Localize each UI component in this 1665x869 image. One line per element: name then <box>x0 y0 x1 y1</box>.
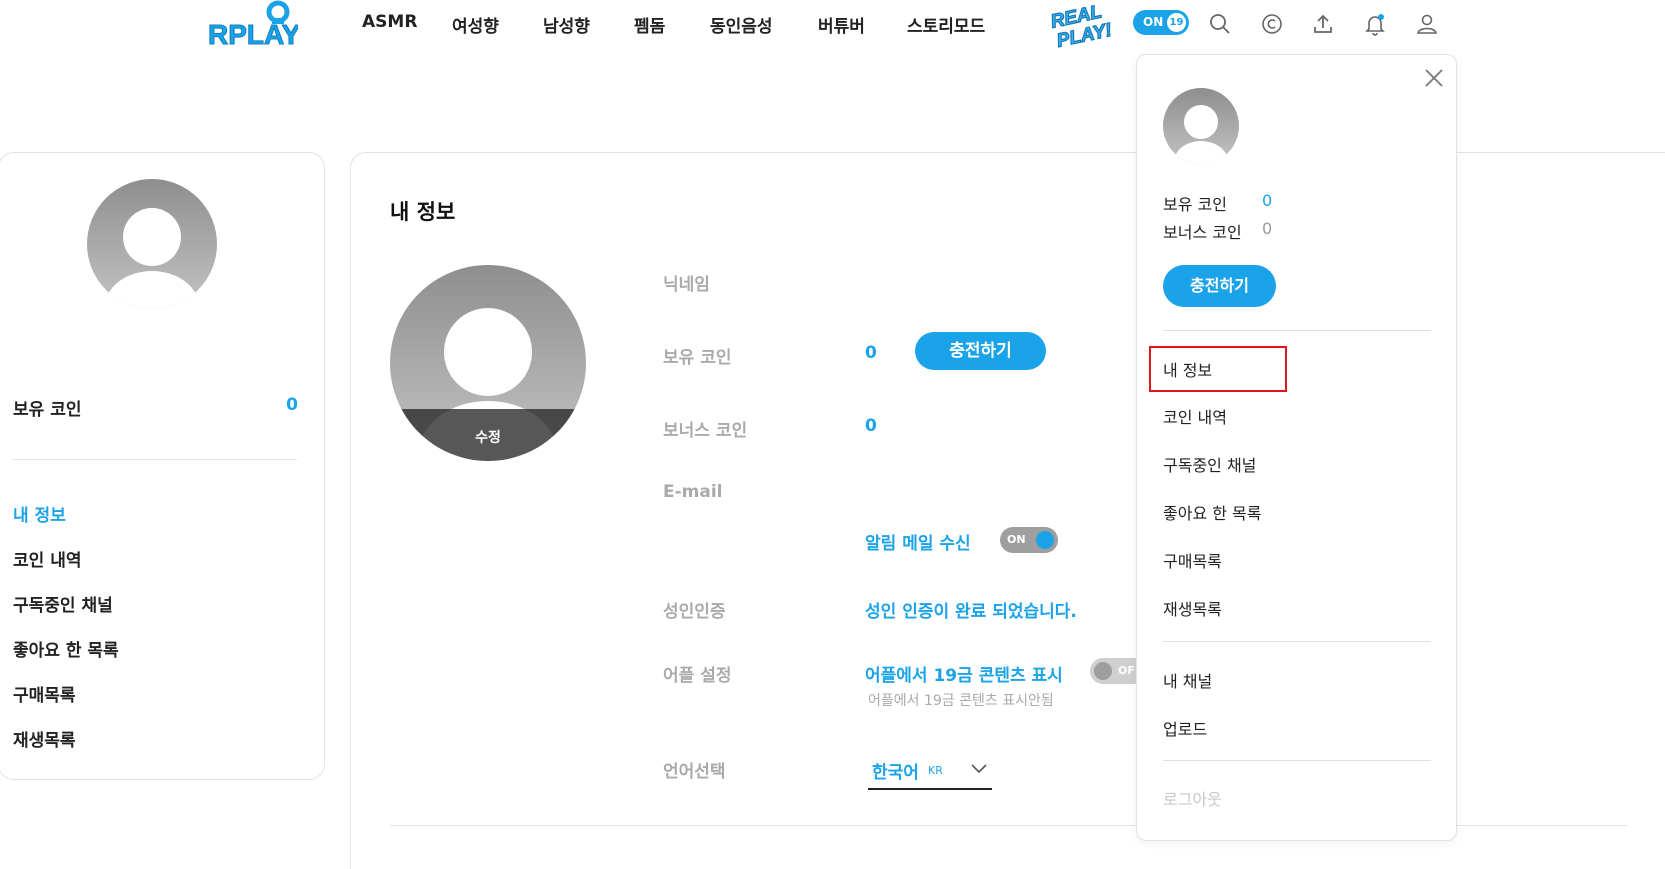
dropdown-bonus-value: 0 <box>1262 219 1273 238</box>
charge-button[interactable]: 충전하기 <box>915 332 1046 370</box>
notification-bell-icon[interactable] <box>1363 12 1387 36</box>
adult-verification-label: 성인인증 <box>663 602 726 622</box>
dropdown-item-upload[interactable]: 업로드 <box>1163 716 1207 740</box>
dropdown-item-purchase-list[interactable]: 구매목록 <box>1163 548 1222 572</box>
coin-label: 보유 코인 <box>663 348 732 368</box>
nav-story-mode[interactable]: 스토리모드 <box>907 12 985 37</box>
left-sidebar: 보유 코인 0 내 정보 코인 내역 구독중인 채널 좋아요 한 목록 구매목록… <box>0 152 325 780</box>
dropdown-bonus-label: 보너스 코인 <box>1163 223 1242 242</box>
nav-femdom[interactable]: 펨돔 <box>634 12 665 37</box>
toggle-knob <box>1094 662 1112 680</box>
main-panel <box>350 152 1665 869</box>
dropdown-item-coin-history[interactable]: 코인 내역 <box>1163 404 1227 428</box>
email-label: E-mail <box>663 482 723 502</box>
adult-mode-toggle[interactable]: ON 19 <box>1133 10 1189 35</box>
app-settings-label: 어플 설정 <box>663 666 732 686</box>
bonus-coin-value: 0 <box>865 416 877 436</box>
dropdown-item-my-channel[interactable]: 내 채널 <box>1163 668 1212 692</box>
sidebar-coin-value: 0 <box>286 395 298 415</box>
logo-text: RPLAY <box>208 19 298 50</box>
upload-icon[interactable] <box>1311 12 1335 36</box>
dropdown-item-logout[interactable]: 로그아웃 <box>1163 786 1222 810</box>
toggle-knob <box>1036 531 1054 549</box>
profile-picture-editor[interactable]: 수정 <box>390 265 586 461</box>
dropdown-item-playlist[interactable]: 재생목록 <box>1163 596 1222 620</box>
sidebar-item-liked-list[interactable]: 좋아요 한 목록 <box>13 636 119 661</box>
language-select[interactable]: 한국어 KR <box>868 756 992 790</box>
dropdown-divider <box>1163 760 1431 761</box>
nickname-label: 닉네임 <box>663 275 710 295</box>
age-19-badge: 19 <box>1167 13 1186 32</box>
close-icon[interactable] <box>1424 68 1444 88</box>
realplay-logo[interactable]: REAL PLAY! <box>1048 0 1112 48</box>
sidebar-divider <box>13 459 297 460</box>
mail-toggle-state: ON <box>1007 533 1026 546</box>
search-icon[interactable] <box>1208 12 1232 36</box>
nav-male-oriented[interactable]: 남성향 <box>543 12 590 37</box>
dropdown-coin-value: 0 <box>1262 191 1273 210</box>
dropdown-divider <box>1163 330 1431 331</box>
rplay-logo[interactable]: RPLAY <box>208 0 298 50</box>
dropdown-item-liked-list[interactable]: 좋아요 한 목록 <box>1163 500 1262 524</box>
nav-doujin-voice[interactable]: 동인음성 <box>710 12 773 37</box>
mail-receive-label: 알림 메일 수신 <box>865 534 971 554</box>
sidebar-item-subscribed-channels[interactable]: 구독중인 채널 <box>13 591 113 616</box>
language-value: 한국어 <box>872 763 919 783</box>
adult-mode-on-label: ON <box>1143 15 1164 29</box>
adult-verification-status: 성인 인증이 완료 되었습니다. <box>865 602 1077 622</box>
sidebar-item-my-info[interactable]: 내 정보 <box>13 501 66 526</box>
bonus-coin-label: 보너스 코인 <box>663 421 748 441</box>
dropdown-divider <box>1163 641 1431 642</box>
dropdown-avatar <box>1163 88 1239 164</box>
page-title: 내 정보 <box>390 200 456 224</box>
coin-value: 0 <box>865 343 877 363</box>
sidebar-item-playlist[interactable]: 재생목록 <box>13 726 76 751</box>
chevron-down-icon <box>971 764 987 774</box>
copyright-icon[interactable] <box>1260 12 1284 36</box>
dropdown-item-my-info[interactable]: 내 정보 <box>1163 357 1212 381</box>
sidebar-item-purchase-list[interactable]: 구매목록 <box>13 681 76 706</box>
sidebar-item-coin-history[interactable]: 코인 내역 <box>13 546 81 571</box>
user-icon[interactable] <box>1415 12 1439 36</box>
app-19-content-hint: 어플에서 19금 콘텐츠 표시안됨 <box>868 693 1054 709</box>
dropdown-charge-button[interactable]: 충전하기 <box>1163 265 1276 307</box>
dropdown-coin-label: 보유 코인 <box>1163 195 1227 214</box>
language-code: KR <box>928 764 943 777</box>
edit-profile-label[interactable]: 수정 <box>390 427 586 447</box>
nav-female-oriented[interactable]: 여성향 <box>452 12 499 37</box>
mail-receive-toggle[interactable]: ON <box>1000 527 1058 553</box>
app-19-content-label: 어플에서 19금 콘텐츠 표시 <box>865 666 1063 686</box>
sidebar-avatar <box>87 179 217 309</box>
nav-asmr[interactable]: ASMR <box>362 12 417 32</box>
sidebar-coin-label: 보유 코인 <box>13 400 82 420</box>
top-header: RPLAY ASMR 여성향 남성향 펨돔 동인음성 버튜버 스토리모드 REA… <box>0 0 1665 50</box>
nav-vtuber[interactable]: 버튜버 <box>818 12 865 37</box>
language-label: 언어선택 <box>663 762 726 782</box>
dropdown-item-subscribed-channels[interactable]: 구독중인 채널 <box>1163 452 1256 476</box>
